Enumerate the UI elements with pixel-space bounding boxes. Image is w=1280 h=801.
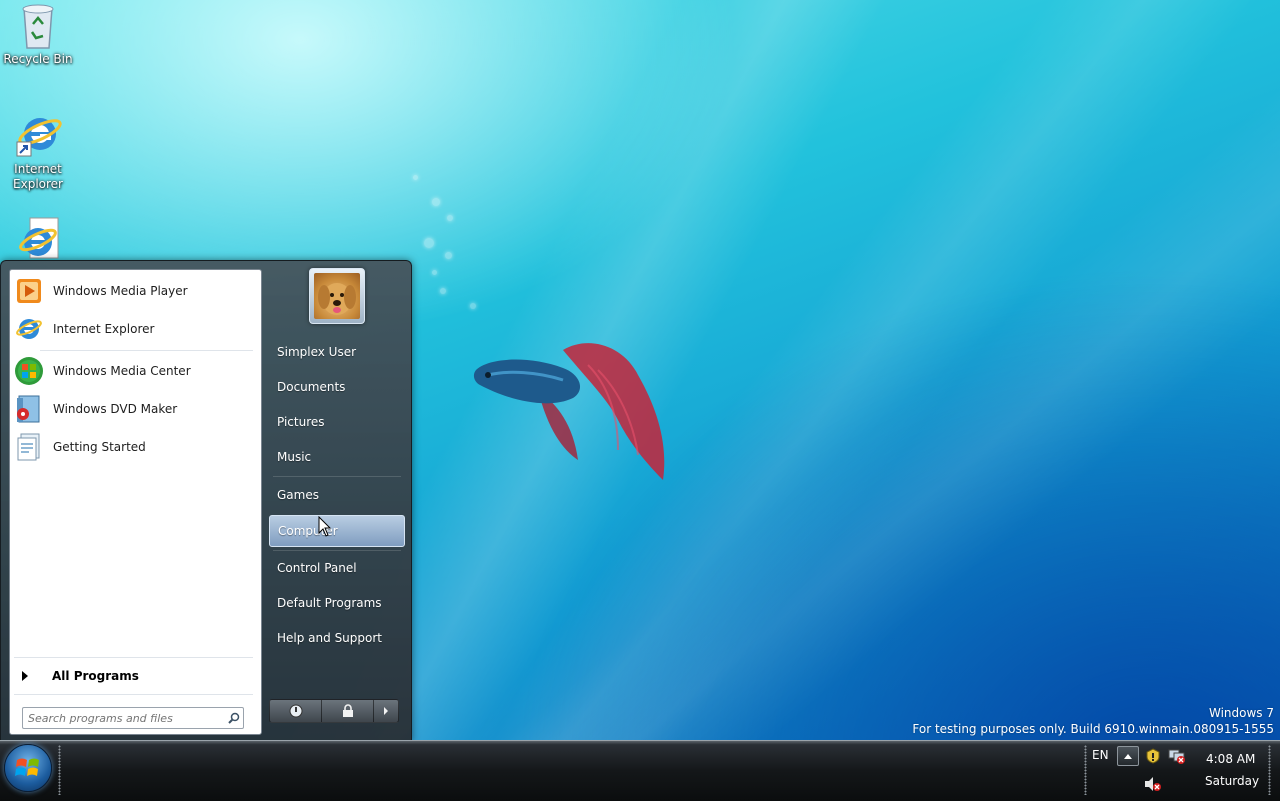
- desktop-icon-internet-explorer[interactable]: Internet Explorer: [0, 112, 76, 192]
- divider: [40, 350, 253, 351]
- watermark-title: Windows 7: [1208, 706, 1274, 720]
- program-label: Internet Explorer: [53, 322, 155, 336]
- start-menu-item-pictures[interactable]: Pictures: [269, 407, 405, 437]
- bubble: [432, 198, 440, 206]
- desktop-icon-partial[interactable]: [0, 216, 76, 260]
- program-label: Getting Started: [53, 440, 146, 454]
- item-label: Help and Support: [277, 631, 382, 645]
- start-search-field[interactable]: [22, 707, 244, 729]
- item-label: Simplex User: [277, 345, 357, 359]
- start-menu-item-user[interactable]: Simplex User: [269, 337, 405, 367]
- show-desktop-grip[interactable]: [1268, 745, 1271, 795]
- divider: [273, 476, 401, 477]
- start-search-input[interactable]: [23, 711, 225, 725]
- item-label: Control Panel: [277, 561, 357, 575]
- shutdown-options-button[interactable]: [374, 700, 398, 722]
- start-menu-item-documents[interactable]: Documents: [269, 372, 405, 402]
- item-label: Games: [277, 488, 319, 502]
- desktop-icon-recycle-bin[interactable]: Recycle Bin: [0, 2, 76, 67]
- taskbar: [0, 740, 1280, 801]
- dvd-maker-icon: [17, 395, 40, 423]
- clock-time[interactable]: 4:08 AM: [1206, 752, 1255, 766]
- divider: [14, 694, 253, 695]
- divider: [14, 657, 253, 658]
- volume-muted-icon[interactable]: [1144, 776, 1162, 792]
- arrow-right-icon: [384, 707, 389, 715]
- start-menu-item-music[interactable]: Music: [269, 442, 405, 472]
- build-watermark: Windows 7 For testing purposes only. Bui…: [912, 705, 1274, 737]
- clock-day[interactable]: Saturday: [1205, 774, 1259, 788]
- start-menu-item-computer[interactable]: Computer: [269, 515, 405, 547]
- program-item-media-center[interactable]: Windows Media Center: [12, 354, 252, 388]
- bubble: [445, 252, 452, 259]
- lock-icon: [342, 704, 353, 717]
- bubble: [440, 288, 446, 294]
- internet-explorer-icon: [16, 118, 62, 157]
- watermark-build: For testing purposes only. Build 6910.wi…: [912, 722, 1274, 736]
- power-icon: [289, 704, 303, 718]
- tray-grip[interactable]: [1084, 745, 1087, 795]
- start-button[interactable]: [4, 744, 52, 792]
- language-indicator[interactable]: EN: [1092, 748, 1109, 762]
- taskbar-grip[interactable]: [58, 745, 61, 795]
- start-menu-item-default-programs[interactable]: Default Programs: [269, 588, 405, 618]
- start-menu-item-games[interactable]: Games: [269, 480, 405, 510]
- program-label: Windows DVD Maker: [53, 402, 178, 416]
- bubble: [470, 303, 476, 309]
- bubble: [447, 215, 453, 221]
- divider: [273, 550, 401, 551]
- start-menu-item-control-panel[interactable]: Control Panel: [269, 553, 405, 583]
- internet-explorer-document-icon: [19, 217, 59, 259]
- media-center-icon: [15, 357, 43, 385]
- program-label: Windows Media Center: [53, 364, 191, 378]
- mouse-cursor-icon: [318, 516, 332, 537]
- item-label: Default Programs: [277, 596, 382, 610]
- action-center-icon[interactable]: [1146, 748, 1160, 764]
- program-item-internet-explorer[interactable]: Internet Explorer: [12, 312, 252, 346]
- start-menu-item-help-support[interactable]: Help and Support: [269, 623, 405, 653]
- recycle-bin-icon: [22, 4, 54, 49]
- program-item-media-player[interactable]: Windows Media Player: [12, 274, 252, 308]
- betta-fish-image: [473, 343, 665, 480]
- all-programs-label: All Programs: [52, 669, 139, 683]
- desktop-icon-label: Internet Explorer: [13, 162, 63, 191]
- program-item-dvd-maker[interactable]: Windows DVD Maker: [12, 392, 252, 426]
- shutdown-button[interactable]: [270, 700, 323, 722]
- user-avatar[interactable]: [309, 268, 365, 324]
- desktop-icon-label: Recycle Bin: [3, 52, 73, 66]
- item-label: Pictures: [277, 415, 325, 429]
- show-hidden-icons-icon: [1124, 754, 1132, 759]
- start-menu-programs-pane: Windows Media Player Internet Explorer W…: [9, 269, 262, 735]
- item-label: Documents: [277, 380, 346, 394]
- media-player-icon: [17, 279, 41, 303]
- dog-picture-icon: [318, 283, 356, 315]
- bubble: [432, 270, 437, 275]
- search-icon[interactable]: [225, 712, 243, 724]
- windows-logo-icon: [15, 758, 39, 776]
- all-programs-button[interactable]: All Programs: [18, 663, 254, 689]
- power-buttons: [269, 699, 399, 723]
- bubble: [424, 238, 434, 248]
- bubble: [413, 175, 418, 180]
- getting-started-icon: [17, 433, 40, 461]
- network-icon[interactable]: [1168, 748, 1186, 764]
- internet-explorer-icon: [16, 319, 42, 339]
- program-label: Windows Media Player: [53, 284, 188, 298]
- program-item-getting-started[interactable]: Getting Started: [12, 430, 252, 464]
- start-menu: Windows Media Player Internet Explorer W…: [0, 260, 412, 742]
- lock-button[interactable]: [322, 700, 375, 722]
- item-label: Music: [277, 450, 312, 464]
- show-hidden-icons-button[interactable]: [1117, 746, 1139, 766]
- arrow-right-icon: [22, 671, 28, 681]
